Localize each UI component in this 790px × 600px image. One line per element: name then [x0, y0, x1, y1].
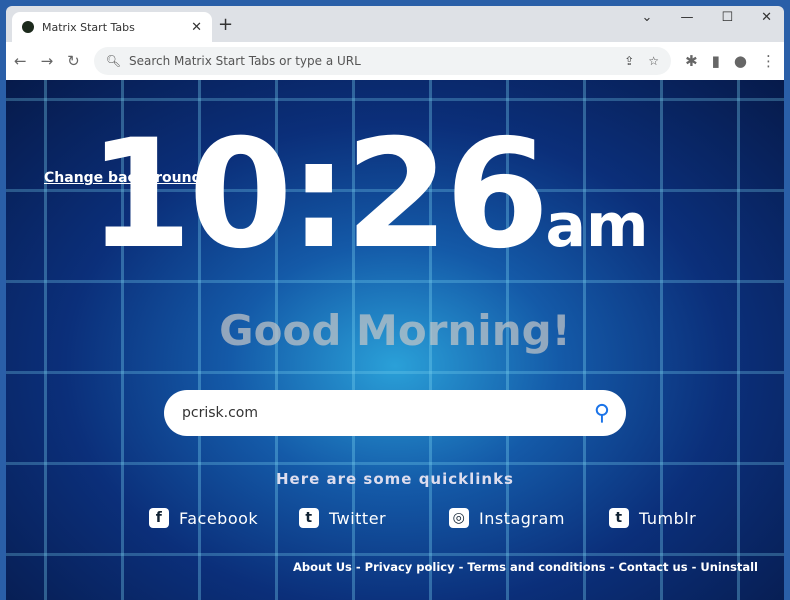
quicklink-twitter[interactable]: t Twitter [299, 508, 449, 528]
favicon-icon [22, 21, 34, 33]
minimize-button[interactable]: — [680, 10, 693, 25]
privacy-policy-link[interactable]: Privacy policy [365, 560, 455, 574]
search-button-icon[interactable]: ⚲ [594, 401, 610, 426]
close-tab-icon[interactable]: ✕ [191, 20, 202, 35]
reload-icon[interactable]: ↻ [67, 52, 80, 70]
quicklink-label: Tumblr [639, 508, 697, 528]
twitter-icon: t [299, 508, 319, 528]
quicklink-label: Twitter [329, 508, 387, 528]
new-tab-page: Change background 10:26am Good Morning! … [6, 80, 784, 600]
address-placeholder: Search Matrix Start Tabs or type a URL [128, 54, 361, 68]
uninstall-link[interactable]: Uninstall [700, 560, 758, 574]
forward-icon[interactable]: → [41, 52, 54, 70]
tumblr-icon: t [609, 508, 629, 528]
about-us-link[interactable]: About Us [293, 560, 352, 574]
footer-links: About Us - Privacy policy - Terms and co… [292, 560, 758, 574]
maximize-button[interactable]: ☐ [721, 10, 733, 25]
browser-window: Matrix Start Tabs ✕ + ⌄ — ☐ ✕ ← → ↻ 🔍︎ Search M… [6, 6, 784, 600]
search-box[interactable]: pcrisk.com ⚲ [164, 390, 626, 436]
search-icon: 🔍︎ [105, 54, 121, 68]
profile-icon[interactable]: ● [734, 52, 747, 70]
search-input[interactable]: pcrisk.com [182, 405, 258, 421]
extensions-icon[interactable]: ✱ [685, 52, 698, 70]
tab-active[interactable]: Matrix Start Tabs ✕ [12, 12, 212, 42]
new-tab-button[interactable]: + [218, 14, 233, 35]
close-window-button[interactable]: ✕ [761, 10, 772, 25]
tab-bar: Matrix Start Tabs ✕ + ⌄ — ☐ ✕ [6, 6, 784, 42]
contact-us-link[interactable]: Contact us [618, 560, 687, 574]
instagram-icon: ◎ [449, 508, 469, 528]
greeting: Good Morning! [219, 306, 571, 355]
tab-title: Matrix Start Tabs [42, 20, 135, 34]
facebook-icon: f [149, 508, 169, 528]
clock-ampm: am [545, 191, 649, 261]
quicklink-instagram[interactable]: ◎ Instagram [449, 508, 609, 528]
quicklink-label: Instagram [479, 508, 565, 528]
terms-link[interactable]: Terms and conditions [467, 560, 605, 574]
quicklink-tumblr[interactable]: t Tumblr [609, 508, 759, 528]
change-background-link[interactable]: Change background [44, 170, 202, 186]
back-icon[interactable]: ← [14, 52, 27, 70]
quicklink-facebook[interactable]: f Facebook [149, 508, 299, 528]
quicklink-label: Facebook [179, 508, 259, 528]
clock-time: 10:26 [88, 108, 549, 282]
share-icon[interactable]: ⇪ [624, 54, 634, 68]
quicklinks: f Facebook t Twitter ◎ Instagram t Tumblr [149, 508, 759, 528]
side-panel-icon[interactable]: ▮ [712, 52, 720, 70]
quicklinks-title: Here are some quicklinks [276, 470, 514, 488]
address-bar[interactable]: 🔍︎ Search Matrix Start Tabs or type a URL… [93, 47, 672, 75]
toolbar: ← → ↻ 🔍︎ Search Matrix Start Tabs or type a… [6, 42, 784, 80]
clock: 10:26am [88, 120, 648, 270]
menu-icon[interactable]: ⋮ [761, 52, 776, 70]
star-icon[interactable]: ☆ [648, 54, 659, 68]
tab-search-icon[interactable]: ⌄ [642, 10, 653, 25]
